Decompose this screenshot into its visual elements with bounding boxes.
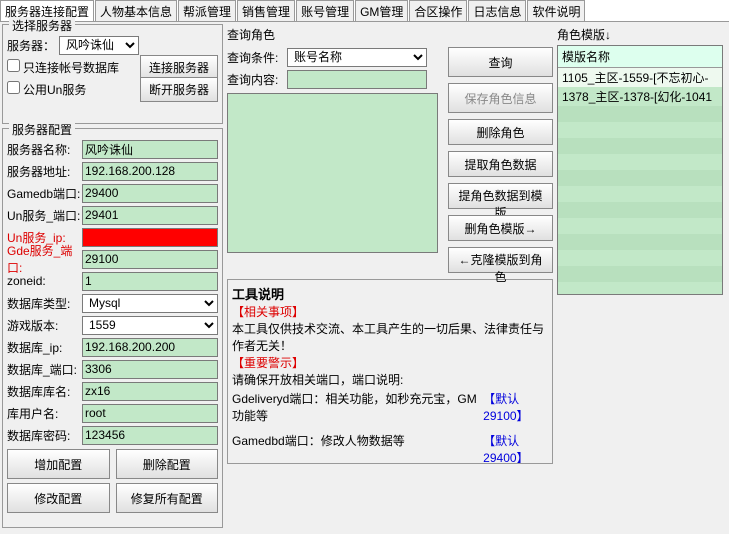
cfg-input-2[interactable] [82, 184, 218, 203]
cfg-label-6: zoneid: [7, 274, 82, 288]
cfg-input-3[interactable] [82, 206, 218, 225]
cfg-input-6[interactable] [82, 272, 218, 291]
cfg-label-0: 服务器名称: [7, 141, 82, 158]
query-btn-2[interactable]: 删除角色 [448, 119, 553, 145]
tab-1[interactable]: 人物基本信息 [95, 0, 177, 21]
tools-title: 工具说明 [232, 284, 548, 303]
del-config-button[interactable]: 删除配置 [116, 449, 219, 479]
fix-config-button[interactable]: 修复所有配置 [116, 483, 219, 513]
query-btn-3[interactable]: 提取角色数据 [448, 151, 553, 177]
cfg-label-8: 游戏版本: [7, 317, 82, 334]
tools-line2: 请确保开放相关端口，端口说明: [232, 371, 548, 388]
query-content-input[interactable] [287, 70, 427, 89]
query-cond-select[interactable]: 账号名称 [287, 48, 427, 67]
cfg-input-11[interactable] [82, 382, 218, 401]
tools-line1: 本工具仅供技术交流、本工具产生的一切后果、法律责任与作者无关！ [232, 320, 548, 354]
cfg-label-10: 数据库_端口: [7, 361, 82, 378]
disconnect-server-button[interactable]: 断开服务器 [140, 77, 218, 102]
tab-5[interactable]: GM管理 [355, 0, 408, 21]
cfg-label-9: 数据库_ip: [7, 339, 82, 356]
tab-3[interactable]: 销售管理 [237, 0, 295, 21]
mod-config-button[interactable]: 修改配置 [7, 483, 110, 513]
only-account-db-check[interactable]: 只连接帐号数据库 [7, 59, 119, 76]
query-title: 查询角色 [227, 26, 553, 43]
tab-7[interactable]: 日志信息 [468, 0, 526, 21]
cfg-label-3: Un服务_端口: [7, 207, 82, 224]
template-header: 模版名称 [558, 46, 722, 68]
server-label: 服务器： [7, 37, 59, 54]
add-config-button[interactable]: 增加配置 [7, 449, 110, 479]
tab-4[interactable]: 账号管理 [296, 0, 354, 21]
cfg-input-0[interactable] [82, 140, 218, 159]
query-result-area [227, 93, 438, 253]
select-server-title: 选择服务器 [9, 17, 75, 34]
templates-title: 角色模版↓ [557, 26, 723, 43]
tab-2[interactable]: 帮派管理 [178, 0, 236, 21]
query-btn-1[interactable]: 保存角色信息 [448, 83, 553, 113]
cfg-label-2: Gamedb端口: [7, 185, 82, 202]
query-content-label: 查询内容: [227, 71, 287, 88]
cfg-label-5: Gde服务_端口: [7, 242, 82, 276]
cfg-label-13: 数据库密码: [7, 427, 82, 444]
cfg-label-11: 数据库库名: [7, 383, 82, 400]
cfg-label-12: 库用户名: [7, 405, 82, 422]
server-config-title: 服务器配置 [9, 121, 75, 138]
query-btn-6[interactable]: ←克隆模版到角色 [448, 247, 553, 273]
query-cond-label: 查询条件: [227, 49, 287, 66]
cfg-select-8[interactable]: 1559 [82, 316, 218, 335]
cfg-label-1: 服务器地址: [7, 163, 82, 180]
server-select[interactable]: 风吟诛仙 [59, 36, 139, 55]
cfg-input-4[interactable] [82, 228, 218, 247]
query-btn-0[interactable]: 查询 [448, 47, 553, 77]
cfg-input-1[interactable] [82, 162, 218, 181]
cfg-input-5[interactable] [82, 250, 218, 269]
cfg-select-7[interactable]: Mysql [82, 294, 218, 313]
query-btn-4[interactable]: 提角色数据到模版 [448, 183, 553, 209]
template-list[interactable]: 模版名称 1105_主区-1559-[不忘初心-1378_主区-1378-[幻化… [557, 45, 723, 295]
template-item-0[interactable]: 1105_主区-1559-[不忘初心- [558, 68, 722, 87]
tab-6[interactable]: 合区操作 [409, 0, 467, 21]
public-un-check[interactable]: 公用Un服务 [7, 81, 86, 98]
tab-8[interactable]: 软件说明 [527, 0, 585, 21]
cfg-input-10[interactable] [82, 360, 218, 379]
template-item-1[interactable]: 1378_主区-1378-[幻化-1041 [558, 87, 722, 106]
cfg-input-9[interactable] [82, 338, 218, 357]
cfg-input-13[interactable] [82, 426, 218, 445]
cfg-label-7: 数据库类型: [7, 295, 82, 312]
tools-warn: 【重要警示】 [232, 354, 548, 371]
cfg-input-12[interactable] [82, 404, 218, 423]
query-btn-5[interactable]: 删角色模版→ [448, 215, 553, 241]
tools-notes: 【相关事项】 [232, 303, 548, 320]
